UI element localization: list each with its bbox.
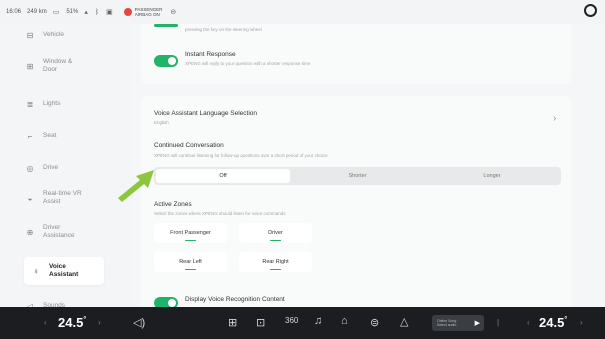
lock-icon: ⊖ <box>170 9 177 16</box>
degree-symbol: ° <box>83 316 87 324</box>
zone-active-indicator <box>270 239 281 241</box>
instant-response-toggle[interactable] <box>154 55 178 67</box>
media-subtitle: Select audio <box>437 323 457 327</box>
camera-360-icon[interactable]: 360 <box>285 316 298 325</box>
steering-wheel-icon: ◎ <box>26 163 34 173</box>
temp-right-increase-icon[interactable]: › <box>580 318 583 327</box>
battery-icon: ▭ <box>52 9 60 16</box>
zone-rear-right-button[interactable]: Rear Right <box>239 252 312 272</box>
media-widget[interactable]: Online Song Select audio ▶ <box>432 315 484 331</box>
sidebar-item-label: Drive <box>43 164 59 171</box>
clock: 16:06 <box>6 9 22 15</box>
car-view-icon[interactable]: ⊡ <box>256 316 265 329</box>
sidebar-item-label: Vehicle <box>43 31 64 38</box>
sidebar-item-seat[interactable]: ⌐ Seat <box>24 130 124 142</box>
degree-symbol: ° <box>564 316 568 324</box>
settings-sidebar: ⊟ Vehicle ⊞ Window & Door ≣ Lights ⌐ Sea… <box>0 24 130 311</box>
segment-longer[interactable]: Longer <box>425 169 559 183</box>
continued-conversation-desc: XPENG will continue listening for follow… <box>154 153 328 158</box>
chevron-right-icon[interactable]: › <box>553 113 556 124</box>
right-temperature[interactable]: 24.5° <box>539 315 567 330</box>
temp-left-increase-icon[interactable]: › <box>98 318 101 327</box>
window-icon: ⊞ <box>26 61 34 71</box>
battery-percent: 51% <box>66 9 79 15</box>
sidebar-item-voice-assistant[interactable]: ♀ Voice Assistant <box>24 257 104 285</box>
driver-assist-icon: ⊕ <box>26 227 34 237</box>
sidebar-item-driver-assistance[interactable]: ⊕ Driver Assistance <box>24 224 124 240</box>
status-bar: 16:06 249 km ▭ 51% ▴ ᛒ ▣ PASSENGER AIRBA… <box>0 0 605 24</box>
play-icon[interactable]: ▶ <box>475 319 480 327</box>
active-zones-desc: Select the zones where XPENG should list… <box>154 211 286 216</box>
range-readout: 249 km <box>27 9 47 15</box>
vr-icon: ◒ <box>27 193 33 203</box>
media-prev-icon[interactable]: | <box>497 318 499 327</box>
navigation-icon[interactable]: △ <box>400 315 408 328</box>
active-zones-title: Active Zones <box>154 201 192 208</box>
seat-icon: ⌐ <box>27 131 33 141</box>
display-voice-content-toggle[interactable] <box>154 297 178 307</box>
left-temperature-value: 24.5 <box>58 315 84 330</box>
zone-rear-left-button[interactable]: Rear Left <box>154 252 227 272</box>
left-temperature[interactable]: 24.5° <box>58 315 86 330</box>
apps-grid-icon[interactable]: ⊞ <box>228 316 237 329</box>
sidebar-item-label: Driver Assistance <box>43 224 75 239</box>
volume-icon[interactable]: ◁) <box>133 316 145 329</box>
profile-icon[interactable] <box>584 4 597 17</box>
zone-active-indicator <box>270 268 281 270</box>
annotation-arrow-icon <box>118 170 154 202</box>
sidebar-item-label: Seat <box>43 132 57 139</box>
home-icon[interactable]: ⌂ <box>341 315 348 327</box>
car-icon: ⊟ <box>26 30 34 40</box>
voice-assistant-settings: pressing the key on the steering wheel I… <box>130 24 605 307</box>
zone-label: Driver <box>268 230 283 236</box>
display-voice-content-title: Display Voice Recognition Content <box>185 296 285 303</box>
sidebar-item-window-door[interactable]: ⊞ Window & Door <box>24 58 124 74</box>
airbag-line2: AIRBAG ON <box>134 12 160 17</box>
continued-conversation-title: Continued Conversation <box>154 142 224 149</box>
language-selection-title: Voice Assistant Language Selection <box>154 110 257 117</box>
zone-front-passenger-button[interactable]: Front Passenger <box>154 223 227 243</box>
sidebar-item-vr-assist[interactable]: ◒ Real-time VR Assist <box>24 190 124 206</box>
right-temperature-value: 24.5 <box>539 315 565 330</box>
bluetooth-icon: ᛒ <box>94 8 100 16</box>
fan-icon[interactable]: ⊜ <box>370 316 379 329</box>
sidebar-item-drive[interactable]: ◎ Drive <box>24 162 124 174</box>
sidebar-item-label: Lights <box>43 100 61 107</box>
temp-right-decrease-icon[interactable]: ‹ <box>527 318 530 327</box>
passenger-airbag-indicator: PASSENGER AIRBAG ON <box>123 7 162 17</box>
voice-assistant-icon: ♀ <box>33 266 39 276</box>
segment-shorter[interactable]: Shorter <box>290 169 425 183</box>
sidebar-item-lights[interactable]: ≣ Lights <box>24 98 124 110</box>
camera-icon: ▣ <box>106 9 113 16</box>
music-icon[interactable]: ♫ <box>314 315 322 327</box>
bottom-control-bar: ‹ 24.5° › ◁) ⊞ ⊡ 360 ♫ ⌂ ⊜ △ Online Song… <box>0 307 605 339</box>
sidebar-item-vehicle[interactable]: ⊟ Vehicle <box>24 29 124 41</box>
zone-label: Rear Right <box>262 259 289 265</box>
lights-icon: ≣ <box>26 99 34 109</box>
previous-toggle-edge <box>154 24 178 27</box>
zone-active-indicator <box>185 239 196 241</box>
airbag-icon <box>123 8 132 16</box>
continued-conversation-segmented-control: Off Shorter Longer <box>154 167 561 185</box>
zone-label: Front Passenger <box>170 230 211 236</box>
segment-off[interactable]: Off <box>156 169 290 183</box>
zone-driver-button[interactable]: Driver <box>239 223 312 243</box>
sidebar-item-label: Real-time VR Assist <box>43 190 82 205</box>
instant-response-desc: XPENG will reply to your question with a… <box>185 61 311 66</box>
language-selection-value: English <box>154 120 169 125</box>
instant-response-title: Instant Response <box>185 51 236 58</box>
sidebar-item-label: Window & Door <box>43 58 73 73</box>
previous-setting-desc: pressing the key on the steering wheel <box>185 27 262 32</box>
temp-left-decrease-icon[interactable]: ‹ <box>44 318 47 327</box>
zone-label: Rear Left <box>179 259 202 265</box>
zone-active-indicator <box>185 268 196 270</box>
sidebar-item-label: Voice Assistant <box>49 263 79 278</box>
signal-icon: ▴ <box>84 9 88 16</box>
